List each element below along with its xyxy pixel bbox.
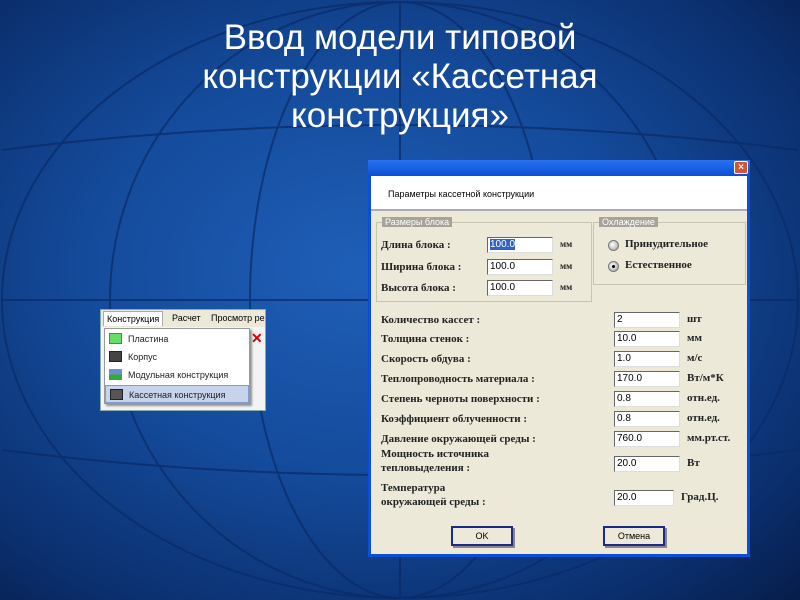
param-label-line: Мощность источника bbox=[381, 448, 489, 460]
input-value: 10.0 bbox=[617, 333, 637, 344]
menu-item-modular[interactable]: Модульная конструкция bbox=[105, 366, 249, 384]
title-bar: × bbox=[368, 160, 750, 176]
cassette-icon bbox=[110, 389, 123, 400]
param-label: Теплопроводность материала : bbox=[381, 372, 535, 386]
input-value: 100.0 bbox=[490, 282, 516, 293]
param-label: Давление окружающей среды : bbox=[381, 432, 536, 446]
block-field-input[interactable]: 100.0 bbox=[487, 280, 553, 296]
modular-icon bbox=[109, 369, 122, 380]
menu-calculation[interactable]: Расчет bbox=[172, 313, 201, 323]
radio-forced[interactable] bbox=[608, 240, 619, 251]
param-label: Мощность источника тепловыделения : bbox=[381, 447, 489, 475]
input-value: 100.0 bbox=[490, 261, 516, 272]
param-label-line: Степень черноты поверхности : bbox=[381, 393, 540, 405]
param-input[interactable]: 1.0 bbox=[614, 351, 680, 367]
menu-item-case[interactable]: Корпус bbox=[105, 348, 249, 366]
param-label-line: тепловыделения : bbox=[381, 462, 471, 474]
unit-label: м/с bbox=[687, 352, 703, 364]
unit-label: мм bbox=[560, 261, 573, 271]
input-value: 2 bbox=[617, 314, 623, 325]
case-icon bbox=[109, 351, 122, 362]
param-label-line: окружающей среды : bbox=[381, 496, 486, 508]
dialog-header-text: Параметры кассетной конструкции bbox=[388, 189, 535, 199]
input-value: 760.0 bbox=[617, 433, 643, 444]
radio-natural[interactable] bbox=[608, 261, 619, 272]
param-label: Степень черноты поверхности : bbox=[381, 392, 540, 406]
unit-label: мм.рт.ст. bbox=[687, 432, 731, 444]
input-value: 0.8 bbox=[617, 393, 631, 404]
dialog-header: Параметры кассетной конструкции bbox=[371, 176, 747, 211]
param-input[interactable]: 2 bbox=[614, 312, 680, 328]
block-field-label: Высота блока : bbox=[381, 282, 456, 294]
menu-screenshot: Конструкция Расчет Просмотр ре ✕ Пластин… bbox=[100, 309, 266, 411]
param-label: Температура окружающей среды : bbox=[381, 481, 486, 509]
group-label: Охлаждение bbox=[599, 217, 658, 227]
param-label: Толщина стенок : bbox=[381, 332, 469, 346]
close-x-icon[interactable]: ✕ bbox=[251, 330, 263, 347]
param-label-line: Количество кассет : bbox=[381, 314, 481, 326]
input-value: 1.0 bbox=[617, 353, 631, 364]
param-label-line: Давление окружающей среды : bbox=[381, 433, 536, 445]
unit-label: отн.ед. bbox=[687, 392, 720, 404]
menu-item-label: Модульная конструкция bbox=[128, 370, 229, 380]
input-value: 20.0 bbox=[617, 492, 637, 503]
block-field-input[interactable]: 100.0 bbox=[487, 259, 553, 275]
menu-item-label: Корпус bbox=[128, 352, 158, 362]
unit-label: мм bbox=[560, 239, 573, 249]
param-label: Коэффициент облученности : bbox=[381, 412, 527, 426]
param-input[interactable]: 0.8 bbox=[614, 411, 680, 427]
menu-item-label: Кассетная конструкция bbox=[129, 390, 226, 400]
param-label-line: Скорость обдува : bbox=[381, 353, 471, 365]
cassette-parameters-dialog: × Параметры кассетной конструкции Размер… bbox=[368, 160, 750, 557]
title-line: конструкции «Кассетная bbox=[202, 57, 598, 96]
slide-title: Ввод модели типовой конструкции «Кассетн… bbox=[100, 18, 700, 135]
close-button[interactable]: × bbox=[734, 161, 748, 174]
radio-natural-label[interactable]: Естественное bbox=[625, 259, 692, 271]
unit-label: шт bbox=[687, 313, 702, 325]
param-label-line: Теплопроводность материала : bbox=[381, 373, 535, 385]
input-value: 100.0 bbox=[490, 239, 516, 250]
param-label-line: Коэффициент облученности : bbox=[381, 413, 528, 425]
unit-label: мм bbox=[687, 332, 702, 344]
menu-item-plate[interactable]: Пластина bbox=[105, 330, 249, 348]
menu-construction[interactable]: Конструкция bbox=[103, 311, 164, 326]
unit-label: Град.Ц. bbox=[681, 491, 719, 503]
unit-label: Вт/м*К bbox=[687, 372, 724, 384]
radio-forced-label[interactable]: Принудительное bbox=[625, 238, 708, 250]
title-line: конструкция» bbox=[291, 96, 509, 135]
input-value: 20.0 bbox=[617, 458, 637, 469]
cooling-group: Охлаждение bbox=[593, 217, 746, 285]
param-label-line: Температура bbox=[381, 482, 446, 494]
block-field-label: Длина блока : bbox=[381, 239, 451, 251]
block-field-label: Ширина блока : bbox=[381, 261, 462, 273]
param-label-line: Толщина стенок : bbox=[381, 333, 470, 345]
title-line: Ввод модели типовой bbox=[223, 18, 577, 57]
param-input[interactable]: 20.0 bbox=[614, 490, 674, 506]
param-input[interactable]: 760.0 bbox=[614, 431, 680, 447]
plate-icon bbox=[109, 333, 122, 344]
group-label: Размеры блока bbox=[382, 217, 453, 227]
param-input[interactable]: 170.0 bbox=[614, 371, 680, 387]
menu-item-cassette[interactable]: Кассетная конструкция bbox=[105, 385, 249, 403]
param-input[interactable]: 0.8 bbox=[614, 391, 680, 407]
menu-view[interactable]: Просмотр ре bbox=[211, 313, 265, 323]
param-input[interactable]: 10.0 bbox=[614, 331, 680, 347]
input-value: 0.8 bbox=[617, 413, 631, 424]
param-label: Скорость обдува : bbox=[381, 352, 471, 366]
unit-label: отн.ед. bbox=[687, 412, 720, 424]
ok-button[interactable]: OK bbox=[451, 526, 513, 546]
unit-label: мм bbox=[560, 282, 573, 292]
cancel-button[interactable]: Отмена bbox=[603, 526, 665, 546]
block-field-input[interactable]: 100.0 bbox=[487, 237, 553, 253]
menu-bar: Конструкция Расчет Просмотр ре bbox=[101, 310, 265, 327]
unit-label: Вт bbox=[687, 457, 700, 469]
param-label: Количество кассет : bbox=[381, 313, 480, 327]
param-input[interactable]: 20.0 bbox=[614, 456, 680, 472]
input-value: 170.0 bbox=[617, 373, 643, 384]
construction-dropdown: Пластина Корпус Модульная конструкция Ка… bbox=[104, 328, 250, 404]
menu-item-label: Пластина bbox=[128, 334, 169, 344]
